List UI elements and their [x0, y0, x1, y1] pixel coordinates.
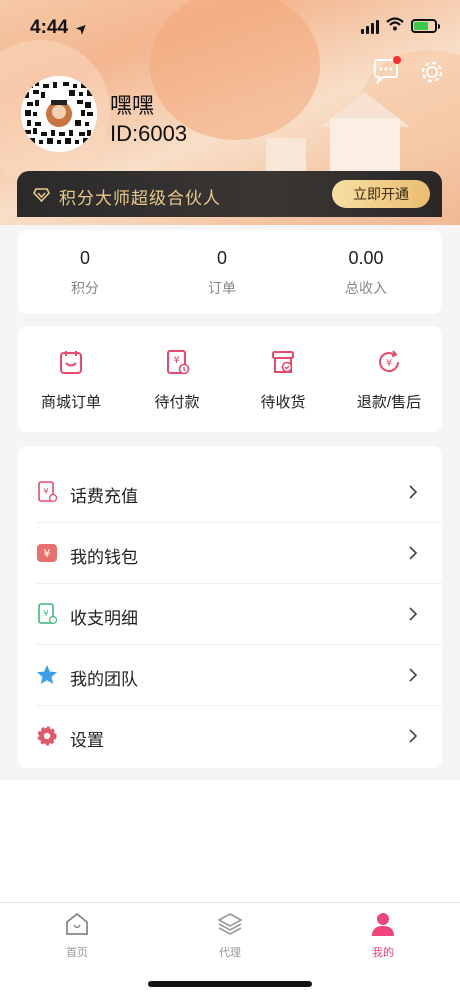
status-time: 4:44	[30, 17, 69, 38]
cellular-signal-icon	[361, 20, 379, 34]
profile-name: 嘿嘿	[110, 93, 155, 118]
profile-user-id: ID:6003	[110, 121, 188, 146]
diamond-icon	[33, 188, 50, 203]
wifi-icon	[386, 17, 404, 31]
tab-agent[interactable]: 代理	[190, 911, 270, 960]
tab-label: 代理	[219, 947, 241, 959]
home-indicator	[148, 981, 312, 987]
menu-item-label: 我的团队	[70, 670, 138, 689]
order-pending-receipt[interactable]: 待收货	[230, 348, 336, 412]
stat-value: 0.00	[348, 248, 384, 268]
svg-text:¥: ¥	[43, 487, 48, 496]
menu-item-team[interactable]: 我的团队	[18, 645, 442, 706]
chevron-right-icon	[409, 668, 418, 682]
wallet-icon: ¥	[37, 544, 57, 562]
home-icon	[66, 912, 88, 935]
stats-card: 0 积分 0 订单 0.00 总收入	[18, 230, 442, 314]
menu-item-label: 收支明细	[70, 609, 138, 628]
menu-item-transactions[interactable]: ¥ 收支明细	[18, 584, 442, 645]
stat-total-income[interactable]: 0.00 总收入	[296, 248, 436, 298]
svg-text:¥: ¥	[44, 547, 51, 560]
layers-icon	[217, 913, 243, 935]
svg-text:¥: ¥	[386, 358, 392, 369]
background-house	[330, 118, 400, 178]
order-label: 待收货	[260, 394, 306, 411]
menu-item-wallet[interactable]: ¥ 我的钱包	[18, 523, 442, 584]
tab-label: 我的	[372, 947, 394, 959]
stat-points[interactable]: 0 积分	[15, 248, 155, 298]
chevron-right-icon	[409, 729, 418, 743]
tab-label: 首页	[66, 947, 88, 959]
chevron-right-icon	[409, 607, 418, 621]
tab-home[interactable]: 首页	[37, 911, 117, 960]
chevron-right-icon	[409, 546, 418, 560]
phone-recharge-icon: ¥	[38, 481, 58, 503]
status-bar: 4:44 ➤	[0, 0, 460, 54]
chevron-right-icon	[409, 485, 418, 499]
pending-receipt-icon	[272, 351, 294, 373]
team-star-icon	[37, 665, 57, 684]
tab-mine[interactable]: 我的	[343, 911, 423, 960]
menu-item-phone-recharge[interactable]: ¥ 话费充值	[18, 462, 442, 523]
content-bottom-space	[0, 780, 460, 902]
stat-label: 总收入	[345, 280, 387, 296]
order-label: 商城订单	[40, 394, 101, 411]
avatar[interactable]	[21, 76, 97, 152]
orders-card: 商城订单 ¥ 待付款 待收货 ¥ 退款/售后	[18, 326, 442, 432]
pending-payment-icon: ¥	[167, 350, 190, 375]
battery-icon	[411, 19, 440, 33]
order-pending-payment[interactable]: ¥ 待付款	[124, 348, 230, 412]
stat-label: 积分	[71, 280, 99, 296]
mall-order-icon	[60, 351, 82, 374]
svg-text:¥: ¥	[43, 609, 48, 618]
menu-item-label: 话费充值	[70, 487, 138, 506]
vip-banner[interactable]: 积分大师超级合伙人 立即开通	[17, 171, 442, 217]
notification-dot	[393, 56, 401, 64]
order-label: 退款/售后	[356, 394, 422, 411]
location-arrow-icon: ➤	[71, 18, 92, 38]
profile-icon	[372, 913, 394, 936]
svg-text:¥: ¥	[173, 355, 179, 366]
transactions-icon: ¥	[38, 603, 58, 625]
vip-banner-text: 积分大师超级合伙人	[59, 189, 221, 208]
order-mall[interactable]: 商城订单	[18, 348, 124, 412]
order-refund[interactable]: ¥ 退款/售后	[336, 348, 442, 412]
menu-item-label: 设置	[70, 731, 104, 750]
stat-label: 订单	[208, 280, 236, 296]
menu-item-label: 我的钱包	[70, 548, 138, 567]
refund-icon: ¥	[379, 350, 399, 372]
stat-value: 0	[79, 248, 90, 268]
settings-gear-icon	[37, 726, 57, 746]
order-label: 待付款	[154, 394, 200, 411]
open-vip-button[interactable]: 立即开通	[332, 180, 430, 208]
settings-icon[interactable]	[418, 58, 446, 86]
menu-item-settings[interactable]: 设置	[18, 706, 442, 767]
stat-value: 0	[216, 248, 227, 268]
menu-card: ¥ 话费充值 ¥ 我的钱包 ¥ 收支明细 我的团队 设置	[18, 446, 442, 768]
stat-orders[interactable]: 0 订单	[152, 248, 292, 298]
